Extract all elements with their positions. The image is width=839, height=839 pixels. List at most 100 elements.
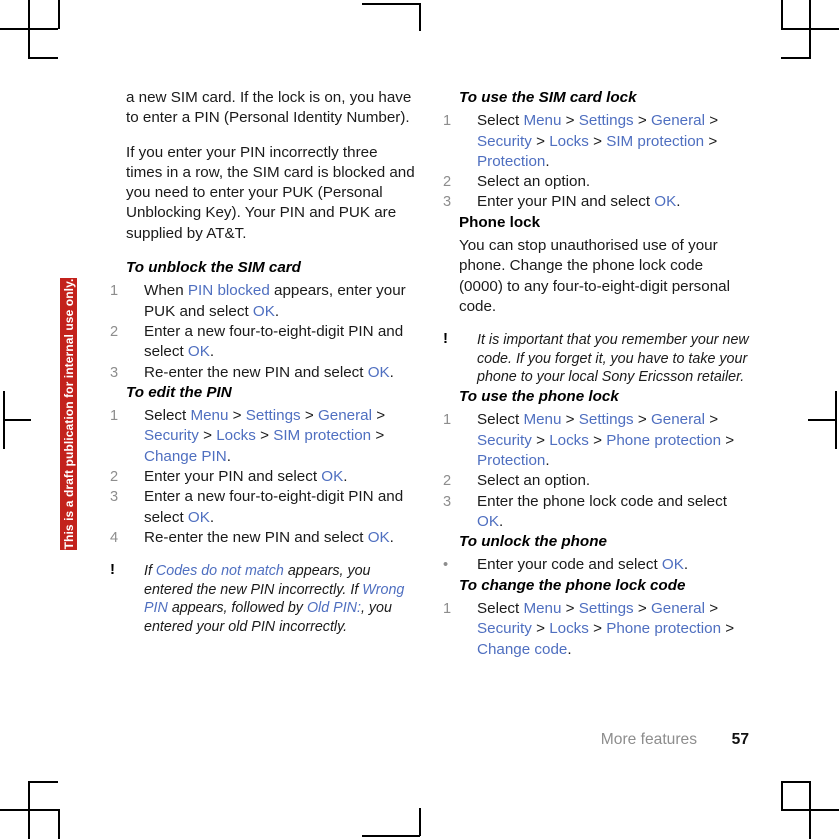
- menu-path-item: Security: [144, 427, 199, 445]
- crop-mark-bottom-right-horizontal-inner: [781, 781, 811, 783]
- menu-path-separator: >: [633, 112, 651, 130]
- procedure-step: 1 Select Menu > Settings > General > Secu…: [443, 111, 749, 172]
- menu-path-item: Settings: [578, 411, 634, 429]
- menu-path-item: General: [650, 411, 705, 429]
- text-run: .: [389, 363, 394, 381]
- step-number: 3: [110, 489, 119, 506]
- procedure-step: • Enter your code and select OK.: [443, 555, 749, 575]
- text-run: .: [274, 302, 280, 320]
- menu-path-item: Menu: [523, 112, 562, 130]
- text-run: appears, followed by: [167, 600, 307, 617]
- menu-path-item: Security: [477, 431, 532, 449]
- paragraph-sim-card-intro: a new SIM card. If the lock is on, you h…: [126, 89, 412, 127]
- text-run: Select: [477, 112, 524, 130]
- crop-mark-top-right-vertical-inner: [781, 0, 783, 29]
- menu-path-separator: >: [371, 427, 385, 445]
- menu-path-separator: >: [633, 411, 651, 429]
- exclamation-icon: !: [110, 561, 115, 579]
- menu-path-separator: >: [588, 620, 607, 638]
- footer-chapter-name: More features: [600, 731, 697, 748]
- manual-page: This is a draft publication for internal…: [0, 0, 839, 839]
- menu-path-separator: >: [228, 407, 246, 425]
- menu-path-item: OK: [477, 512, 499, 530]
- text-run: .: [545, 451, 550, 469]
- step-text: Select Menu > Settings > General > Secur…: [144, 407, 385, 465]
- step-text: Re-enter the new PIN and select OK.: [144, 364, 394, 381]
- registration-mark-left-horizontal: [3, 419, 31, 421]
- exclamation-icon: !: [443, 330, 448, 348]
- registration-mark-top-horizontal: [362, 3, 420, 5]
- left-column: a new SIM card. If the lock is on, you h…: [110, 88, 416, 637]
- menu-path-item: Locks: [549, 132, 589, 150]
- draft-watermark: This is a draft publication for internal…: [60, 278, 77, 550]
- text-run: .: [545, 152, 550, 170]
- text-run: .: [567, 640, 572, 658]
- procedure-step: 1 Select Menu > Settings > General > Secu…: [110, 406, 416, 467]
- menu-path-item: OK: [187, 508, 210, 526]
- steps-edit-pin: 1 Select Menu > Settings > General > Secu…: [110, 406, 416, 548]
- menu-path-item: General: [317, 407, 372, 425]
- menu-path-item: PIN blocked: [187, 282, 270, 300]
- crop-mark-bottom-left-horizontal-inner: [28, 781, 58, 783]
- step-number: 4: [110, 529, 119, 546]
- menu-path-item: OK: [187, 343, 210, 361]
- text-run: Select an option.: [477, 472, 591, 490]
- heading-to-unblock-sim-card: To unblock the SIM card: [126, 259, 301, 277]
- menu-path-item: Locks: [549, 431, 589, 449]
- step-text: Re-enter the new PIN and select OK.: [144, 529, 394, 546]
- menu-path-separator: >: [372, 407, 386, 425]
- menu-path-item: OK: [661, 556, 684, 574]
- menu-path-item: Locks: [216, 427, 256, 445]
- steps-unlock-phone: • Enter your code and select OK.: [443, 555, 749, 575]
- menu-path-separator: >: [633, 600, 651, 618]
- menu-path-separator: >: [705, 600, 719, 618]
- step-number: 1: [443, 412, 452, 429]
- heading-to-unlock-phone: To unlock the phone: [459, 533, 607, 551]
- step-text: Select Menu > Settings > General > Secur…: [477, 112, 718, 170]
- crop-mark-bottom-left-vertical-inner: [58, 809, 60, 839]
- step-text: Enter your PIN and select OK.: [144, 468, 347, 485]
- crop-mark-top-right-horizontal: [781, 28, 839, 30]
- steps-unblock-sim-card: 1 When PIN blocked appears, enter your PU…: [110, 281, 416, 382]
- menu-path-separator: >: [531, 431, 550, 449]
- step-text: Enter your PIN and select OK.: [477, 193, 680, 210]
- text-run: Re-enter the new PIN and select: [144, 528, 368, 546]
- menu-path-item: Codes do not match: [155, 563, 284, 580]
- procedure-step: 2 Select an option.: [443, 172, 749, 192]
- steps-change-phone-lock-code: 1 Select Menu > Settings > General > Secu…: [443, 599, 749, 660]
- crop-mark-bottom-right-horizontal: [781, 809, 839, 811]
- text-run: Enter your PIN and select: [477, 193, 655, 211]
- menu-path-separator: >: [255, 427, 274, 445]
- step-text: Select an option.: [477, 472, 590, 489]
- menu-path-item: OK: [367, 363, 390, 381]
- procedure-step: 3 Enter the phone lock code and select OK…: [443, 492, 749, 533]
- menu-path-item: Locks: [549, 620, 589, 638]
- text-run: Enter the phone lock code and select: [477, 492, 727, 510]
- step-number: 2: [110, 469, 119, 486]
- step-number: 1: [443, 601, 452, 618]
- menu-path-item: Old PIN:: [306, 600, 361, 617]
- menu-path-item: Change PIN: [144, 447, 227, 465]
- procedure-step: 3 Enter a new four-to-eight-digit PIN and…: [110, 487, 416, 528]
- heading-to-change-phone-lock-code: To change the phone lock code: [459, 576, 686, 594]
- heading-to-use-sim-card-lock: To use the SIM card lock: [459, 89, 637, 106]
- footer-page-number: 57: [731, 731, 749, 748]
- menu-path-item: Security: [477, 132, 532, 150]
- crop-mark-top-right-horizontal-inner: [781, 57, 811, 59]
- text-run: .: [226, 447, 231, 465]
- note-text: It is important that you remember your n…: [477, 332, 749, 385]
- text-run: It is important that you remember your n…: [477, 332, 749, 386]
- step-number: 3: [443, 493, 452, 510]
- text-run: Enter your code and select: [477, 556, 662, 574]
- crop-mark-top-left-horizontal: [0, 28, 58, 30]
- step-text: Enter the phone lock code and select OK.: [477, 493, 727, 530]
- step-number: 1: [110, 408, 119, 425]
- text-run: .: [389, 528, 394, 546]
- right-column: To use the SIM card lock 1 Select Menu > …: [443, 88, 749, 660]
- menu-path-separator: >: [300, 407, 318, 425]
- menu-path-item: Menu: [190, 407, 229, 425]
- menu-path-item: Settings: [578, 600, 634, 618]
- menu-path-item: Change code: [477, 640, 568, 658]
- step-number: 3: [110, 364, 119, 381]
- text-run: .: [209, 343, 215, 361]
